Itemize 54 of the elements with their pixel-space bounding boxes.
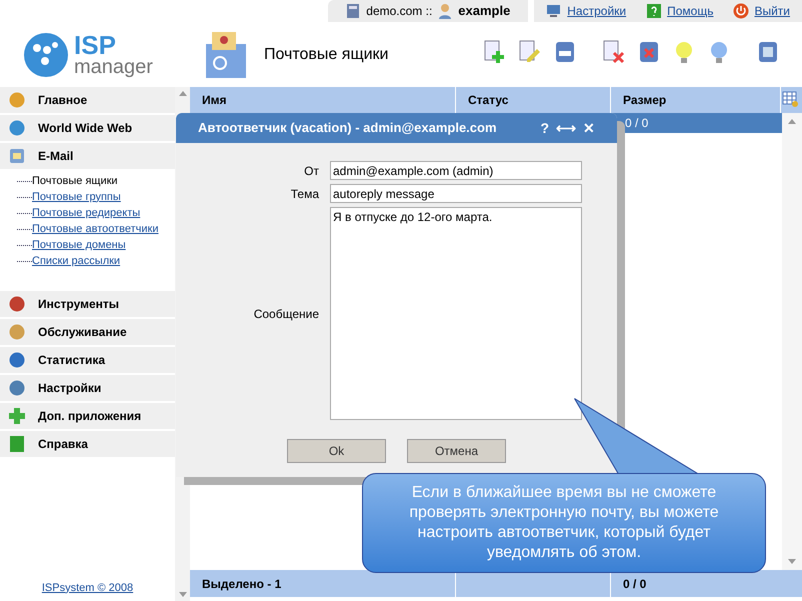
calculator-icon (346, 3, 360, 19)
sidebar-section[interactable]: World Wide Web (0, 115, 175, 141)
callout-text: Если в ближайшее время вы не сможете проверять электронную почту, вы можете настроить автоответчик, который будет уведомлять об этом. (408, 483, 720, 563)
text-field[interactable]: autoreply message (330, 184, 582, 203)
field-label: Сообщение (252, 306, 320, 322)
logo-icon (24, 32, 68, 76)
footer-cell-text: 0 / 0 (623, 576, 646, 592)
help-button[interactable]: ? (540, 118, 549, 138)
sidebar-link[interactable]: Почтовые группы (32, 188, 121, 206)
sidebar-section[interactable]: E-Mail (0, 143, 175, 169)
sidebar-section[interactable]: Справка (0, 431, 175, 457)
sidebar-section[interactable]: Обслуживание (0, 319, 175, 345)
sidebar-section[interactable]: Настройки (0, 375, 175, 401)
dialog-title: Автоответчик (vacation) - admin@example.com (198, 119, 498, 138)
sidebar-link[interactable]: Списки рассылки (32, 252, 120, 270)
sidebar-section[interactable]: Инструменты (0, 291, 175, 317)
sidebar-section[interactable]: Главное (0, 87, 175, 113)
header-link[interactable]: Выйти (754, 2, 790, 20)
domain-label: demo.com :: (366, 3, 432, 20)
field-label: Тема (290, 186, 320, 202)
table-cell-text: 0 / 0 (625, 115, 648, 132)
footer-cell-text: Выделено - 1 (202, 576, 282, 592)
scroll-down-icon[interactable] (178, 592, 186, 597)
sidebar-section[interactable]: Статистика (0, 347, 175, 373)
table-settings-icon[interactable] (782, 91, 798, 107)
header-link[interactable]: Настройки (567, 2, 626, 20)
message-field[interactable]: Я в отпуске до 12-ого марта. (330, 207, 582, 420)
resize-button[interactable]: ⟷ (556, 118, 576, 138)
scroll-up-icon[interactable] (788, 119, 796, 124)
page-title: Почтовые ящики (264, 44, 390, 64)
plus-icon (8, 407, 26, 425)
field-label: От (303, 162, 320, 180)
text-field[interactable]: admin@example.com (admin) (330, 161, 582, 180)
monitor-icon (546, 3, 562, 19)
logo-subtitle: manager (74, 56, 153, 76)
ok-button[interactable]: Ok (287, 439, 386, 463)
scroll-down-icon[interactable] (788, 559, 796, 564)
sidebar-link[interactable]: Почтовые ящики (32, 172, 118, 190)
user-name: example (458, 2, 510, 20)
user-icon (438, 3, 452, 19)
scroll-up-icon[interactable] (178, 91, 186, 96)
copyright-link[interactable]: ISPsystem © 2008 (42, 580, 134, 596)
sidebar-section[interactable]: Доп. приложения (0, 403, 175, 429)
power-icon (733, 3, 750, 19)
sidebar-link[interactable]: Почтовые редиректы (32, 204, 140, 222)
header-link[interactable]: Помощь (667, 2, 714, 20)
sidebar-link[interactable]: Почтовые автоответчики (32, 220, 158, 238)
close-button[interactable]: ✕ (583, 118, 595, 138)
cancel-button[interactable]: Отмена (407, 439, 506, 463)
mail-icon (8, 147, 26, 165)
logo-text: ISP (74, 32, 117, 56)
sidebar-link[interactable]: Почтовые домены (32, 236, 126, 254)
edit-document-icon[interactable] (517, 39, 543, 65)
delete-document-icon[interactable] (601, 39, 627, 65)
